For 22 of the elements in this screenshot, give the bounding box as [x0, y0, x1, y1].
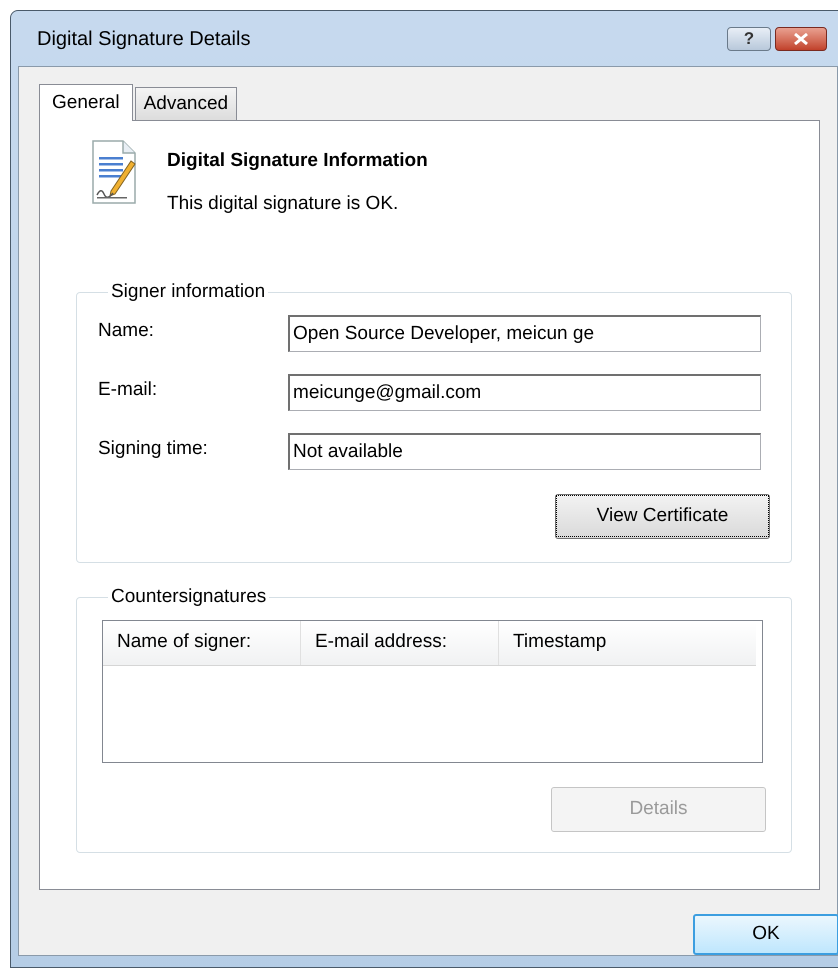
tab[interactable]: General	[39, 84, 133, 121]
field-label: E-mail:	[98, 378, 158, 402]
input-field[interactable]: Open Source Developer, meicun ge	[288, 314, 761, 352]
close-button[interactable]	[775, 26, 827, 50]
field-label: Name:	[98, 318, 155, 342]
column-header[interactable]: E-mail address:	[301, 620, 499, 664]
column-header[interactable]: Name of signer:	[103, 620, 301, 664]
signature-status: This digital signature is OK.	[167, 192, 400, 216]
tab[interactable]: Advanced	[134, 87, 238, 120]
input-field[interactable]: meicunge@gmail.com	[288, 374, 761, 410]
input-field[interactable]: Not available	[288, 432, 761, 470]
column-header[interactable]: Timestamp	[499, 620, 756, 664]
close-icon	[793, 32, 809, 44]
group-title: Signer information	[110, 280, 266, 304]
ok-button[interactable]: OK	[693, 914, 838, 955]
signature-title: Digital Signature Information	[167, 149, 428, 173]
help-button[interactable]: ?	[727, 26, 771, 50]
group-title: Countersignatures	[110, 585, 268, 609]
action-button[interactable]: View Certificate	[555, 494, 770, 538]
window-title: Digital Signature Details	[37, 26, 250, 52]
field-label: Signing time:	[98, 436, 209, 460]
signed-document-icon	[91, 139, 137, 205]
